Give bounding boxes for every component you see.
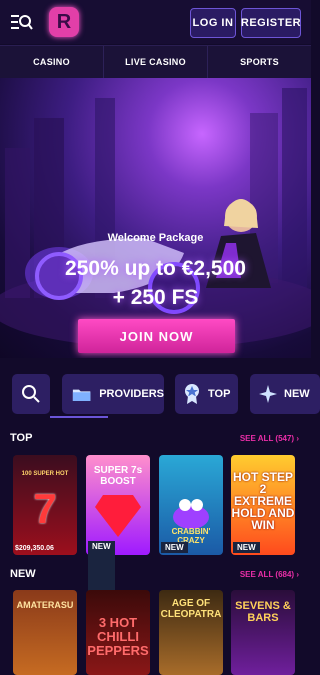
search-icon <box>22 385 40 403</box>
providers-chip-label: PROVIDERS <box>99 388 164 400</box>
new-badge: NEW <box>161 542 188 553</box>
nav-casino[interactable]: CASINO <box>0 46 104 78</box>
game-tile[interactable]: CRABBIN' CRAZY NEW <box>159 455 223 555</box>
nav-sports[interactable]: SPORTS <box>208 46 311 78</box>
hero-offer-line2: + 250 FS <box>112 286 199 309</box>
game-tile[interactable]: SEVENS & BARS <box>231 590 295 675</box>
game-title: 100 SUPER HOT <box>21 471 69 477</box>
new-section-title: NEW <box>10 568 36 580</box>
join-now-button[interactable]: JOIN NOW <box>78 319 235 353</box>
new-see-all-link[interactable]: SEE ALL (684) › <box>240 570 299 579</box>
game-tile[interactable]: HOT STEP 2 EXTREME HOLD AND WIN NEW <box>231 455 295 555</box>
header: R LOG IN REGISTER <box>0 0 311 44</box>
game-tile[interactable]: 100 SUPER HOT 7 $209,350.06 <box>13 455 77 555</box>
category-chips: PROVIDERS TOP NEW <box>0 374 320 414</box>
hero-banner[interactable]: Welcome Package 250% up to €2,500 + 250 … <box>0 78 311 358</box>
folder-icon <box>72 389 91 401</box>
main-nav: CASINO LIVE CASINO SPORTS <box>0 45 311 79</box>
hero-welcome-text: Welcome Package <box>107 232 204 244</box>
brand-logo[interactable]: R <box>49 7 79 37</box>
game-title: AMATERASU <box>16 600 74 610</box>
top-chip[interactable]: TOP <box>175 374 238 414</box>
login-button[interactable]: LOG IN <box>190 8 236 38</box>
chevron-right-icon: › <box>296 434 299 443</box>
game-tile[interactable]: 3 HOT CHILLI PEPPERS <box>86 590 150 675</box>
nav-live-casino[interactable]: LIVE CASINO <box>104 46 208 78</box>
new-badge: NEW <box>233 542 260 553</box>
game-title: HOT STEP 2 EXTREME HOLD AND WIN <box>231 470 295 532</box>
hero-offer-line1: 250% up to €2,500 <box>65 257 246 280</box>
game-title: SUPER 7s BOOST <box>93 465 143 487</box>
game-tile[interactable]: SUPER 7s BOOST <box>86 455 150 555</box>
top-see-all-label: SEE ALL (547) <box>239 434 295 443</box>
game-title: AGE OF CLEOPATRA <box>160 598 222 620</box>
new-see-all-label: SEE ALL (684) <box>239 570 295 579</box>
new-chip-label: NEW <box>284 388 310 400</box>
sparkle-icon <box>259 385 277 403</box>
game-tile[interactable]: AMATERASU <box>13 590 77 675</box>
game-art: 7 <box>33 485 57 532</box>
diamond-icon <box>95 495 141 537</box>
menu-search-icon[interactable] <box>11 12 33 32</box>
hero-offer-text: 250% up to €2,500 + 250 FS <box>0 254 311 312</box>
top-section-title: TOP <box>10 432 33 444</box>
top-chip-label: TOP <box>208 388 231 400</box>
chip-scroll-indicator <box>50 416 108 418</box>
chevron-right-icon: › <box>296 570 299 579</box>
search-chip[interactable] <box>12 374 50 414</box>
register-button[interactable]: REGISTER <box>241 8 301 38</box>
jackpot-amount: $209,350.06 <box>15 545 54 552</box>
award-icon <box>185 384 199 404</box>
game-title: SEVENS & BARS <box>235 600 291 624</box>
new-chip[interactable]: NEW <box>250 374 320 414</box>
game-tile[interactable]: AGE OF CLEOPATRA <box>159 590 223 675</box>
top-see-all-link[interactable]: SEE ALL (547) › <box>240 434 299 443</box>
game-title: 3 HOT CHILLI PEPPERS <box>87 615 149 658</box>
providers-chip[interactable]: PROVIDERS <box>62 374 164 414</box>
